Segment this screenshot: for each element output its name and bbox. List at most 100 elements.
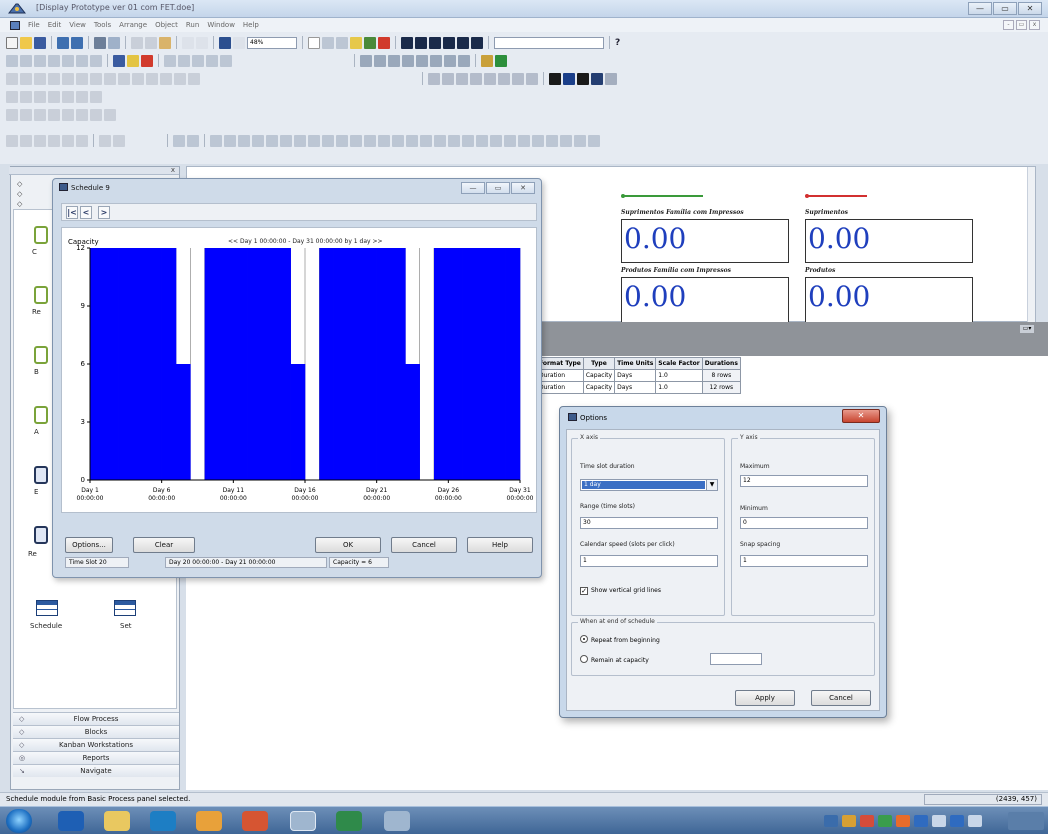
menu-tools[interactable]: Tools [94, 21, 111, 29]
batch-module-icon[interactable] [34, 346, 48, 364]
tab-blocks[interactable]: ◇ Blocks [13, 725, 179, 738]
draw-3-icon[interactable] [210, 134, 222, 147]
remain-radio[interactable]: Remain at capacity [580, 655, 649, 664]
copy-icon[interactable] [145, 36, 157, 49]
save-icon[interactable] [34, 36, 46, 49]
polyline-icon[interactable] [20, 54, 32, 67]
first-page-button[interactable]: |< [66, 206, 78, 219]
step-icon[interactable] [415, 36, 427, 49]
tray-icon[interactable] [878, 815, 892, 827]
seize-area-icon[interactable] [160, 72, 172, 85]
queue-icon[interactable] [90, 72, 102, 85]
menu-edit[interactable]: Edit [48, 21, 62, 29]
help-icon[interactable]: ? [615, 38, 620, 48]
line-color-icon[interactable] [113, 54, 125, 67]
module-data-icon[interactable] [6, 90, 18, 103]
set-module-icon[interactable] [114, 600, 136, 616]
clock[interactable] [1008, 812, 1044, 830]
draw-16-icon[interactable] [392, 134, 404, 147]
draw-17-icon[interactable] [406, 134, 418, 147]
tray-icon[interactable] [950, 815, 964, 827]
sheet-cell[interactable]: Days [614, 381, 657, 394]
promote-path-icon[interactable] [484, 72, 496, 85]
durations-button[interactable]: 12 rows [701, 381, 741, 394]
draw-14-icon[interactable] [364, 134, 376, 147]
sheet-header[interactable]: Durations [701, 357, 741, 370]
station-icon[interactable] [364, 36, 376, 49]
split-screen-icon[interactable] [62, 108, 74, 121]
clock-icon[interactable] [6, 72, 18, 85]
tab-navigate[interactable]: ↘ Navigate [13, 764, 179, 777]
snap-icon[interactable] [336, 36, 348, 49]
menu-help[interactable]: Help [243, 21, 259, 29]
menu-view[interactable]: View [69, 21, 86, 29]
explorer-icon[interactable] [104, 811, 130, 831]
folder-icon[interactable] [196, 811, 222, 831]
draw-5-icon[interactable] [238, 134, 250, 147]
arrange-4-icon[interactable] [48, 134, 60, 147]
cmd-icon[interactable] [20, 108, 32, 121]
draw-25-icon[interactable] [518, 134, 530, 147]
previous-page-button[interactable]: < [80, 206, 92, 219]
arrange-6-icon[interactable] [76, 134, 88, 147]
pattern-icon[interactable] [206, 54, 218, 67]
camera-icon[interactable] [577, 72, 589, 85]
draw-27-icon[interactable] [546, 134, 558, 147]
cut-icon[interactable] [131, 36, 143, 49]
draw-7-icon[interactable] [266, 134, 278, 147]
rectangle-icon[interactable] [48, 54, 60, 67]
draw-30-icon[interactable] [588, 134, 600, 147]
process-module-icon[interactable] [34, 286, 48, 304]
draw-9-icon[interactable] [294, 134, 306, 147]
draw-29-icon[interactable] [574, 134, 586, 147]
tray-icon[interactable] [860, 815, 874, 827]
draw-10-icon[interactable] [308, 134, 320, 147]
distance-icon[interactable] [456, 72, 468, 85]
cancel-button[interactable]: Cancel [391, 537, 457, 553]
sheet-cell[interactable]: 1.0 [655, 369, 703, 382]
split-icon[interactable] [605, 72, 617, 85]
chrome-icon[interactable] [242, 811, 268, 831]
sheet-cell[interactable]: 1.0 [655, 381, 703, 394]
draw-11-icon[interactable] [322, 134, 334, 147]
grid-icon[interactable] [322, 36, 334, 49]
arrange-5-icon[interactable] [62, 134, 74, 147]
close-button[interactable]: ✕ [1018, 2, 1042, 15]
draw-12-icon[interactable] [336, 134, 348, 147]
clear-button[interactable]: Clear [133, 537, 195, 553]
draw-8-icon[interactable] [280, 134, 292, 147]
redo-icon[interactable] [196, 36, 208, 49]
transporter-icon[interactable] [132, 72, 144, 85]
create-module-icon[interactable] [34, 226, 48, 244]
draw-20-icon[interactable] [448, 134, 460, 147]
chart-icon[interactable] [495, 54, 507, 67]
distribute-icon[interactable] [374, 54, 386, 67]
show-grid-checkbox[interactable]: ✓ Show vertical grid lines [580, 587, 661, 595]
route-icon[interactable] [378, 36, 390, 49]
options-button[interactable]: Options... [65, 537, 113, 553]
assign-module-icon[interactable] [34, 406, 48, 424]
options-close-button[interactable]: ✕ [842, 409, 880, 423]
tab-flow-process[interactable]: ◇ Flow Process [13, 712, 179, 725]
web-icon[interactable] [62, 90, 74, 103]
stop-record-icon[interactable] [90, 90, 102, 103]
fast-forward-icon[interactable] [429, 36, 441, 49]
zoom-in-icon[interactable] [90, 108, 102, 121]
animation-speed-slider[interactable] [494, 36, 604, 49]
arrange-2-icon[interactable] [20, 134, 32, 147]
schedule-maximize-button[interactable]: ▭ [486, 182, 510, 194]
draw-21-icon[interactable] [462, 134, 474, 147]
resource-icon[interactable] [104, 72, 116, 85]
line-icon[interactable] [6, 54, 18, 67]
vertical-scrollbar[interactable] [1027, 167, 1035, 323]
template-detach-icon[interactable] [71, 36, 83, 49]
print-preview-icon[interactable] [108, 36, 120, 49]
tray-icon[interactable] [824, 815, 838, 827]
zoom-out-icon[interactable] [104, 108, 116, 121]
resource-module-icon[interactable] [34, 526, 48, 544]
paste-icon[interactable] [159, 36, 171, 49]
window-bg-icon[interactable] [220, 54, 232, 67]
level-icon[interactable] [48, 72, 60, 85]
area-icon[interactable] [526, 72, 538, 85]
next-page-button[interactable]: > [98, 206, 110, 219]
